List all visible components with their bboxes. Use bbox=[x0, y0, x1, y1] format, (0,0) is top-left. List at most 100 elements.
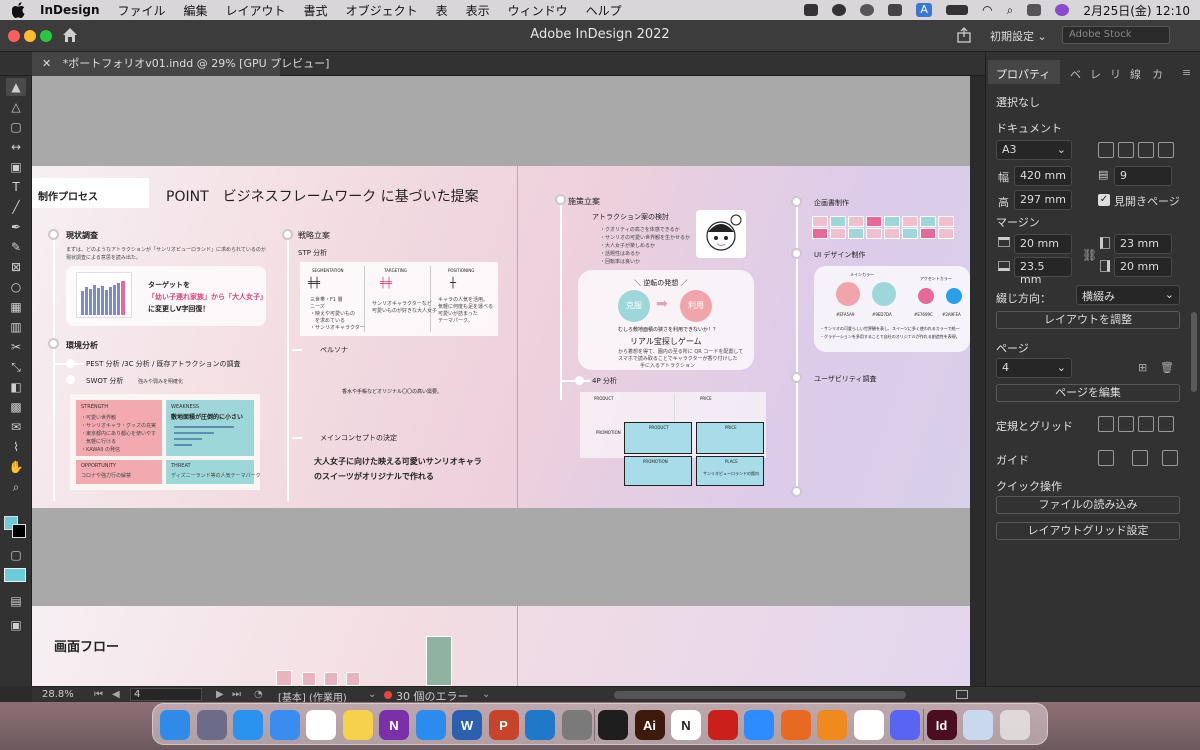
pencil-tool-icon[interactable]: ✎ bbox=[6, 238, 26, 256]
menu-layout[interactable]: レイアウト bbox=[226, 2, 286, 19]
gradient-tool-icon[interactable]: ◧ bbox=[6, 378, 26, 396]
document-canvas[interactable]: 制作プロセス POINT ビジネスフレームワーク に基づいた提案 現状調査 まず… bbox=[32, 76, 970, 686]
import-file-button[interactable]: ファイルの読み込み bbox=[996, 496, 1180, 514]
clock-text[interactable]: 2月25日(金) 12:10 bbox=[1083, 2, 1190, 19]
delete-page-icon[interactable]: 🗑 bbox=[1160, 361, 1174, 374]
menu-window[interactable]: ウィンドウ bbox=[508, 2, 568, 19]
margin-left-field[interactable]: 23 mm bbox=[1114, 234, 1172, 254]
notes-dock-icon[interactable] bbox=[342, 710, 373, 740]
orientation-icon[interactable] bbox=[1158, 142, 1174, 158]
edit-page-button[interactable]: ページを編集 bbox=[996, 384, 1180, 402]
tab-library[interactable]: リ bbox=[1110, 66, 1121, 82]
type-tool-icon[interactable]: T bbox=[6, 178, 26, 196]
word-dock-icon[interactable]: W bbox=[452, 710, 482, 740]
first-page-icon[interactable]: ⏮ bbox=[94, 689, 103, 700]
intent-mobile-icon[interactable] bbox=[1138, 142, 1154, 158]
adobe-stock-search-input[interactable]: Adobe Stock bbox=[1062, 26, 1170, 44]
last-page-icon[interactable]: ⏭ bbox=[232, 689, 241, 700]
vscode-dock-icon[interactable] bbox=[525, 710, 555, 740]
panel-scrollbar[interactable] bbox=[1191, 312, 1197, 392]
zoom-dock-icon[interactable] bbox=[744, 710, 774, 740]
apply-color-icon[interactable] bbox=[4, 568, 26, 582]
ruler-icon[interactable] bbox=[1098, 416, 1114, 432]
layout-grid-icon[interactable] bbox=[1158, 416, 1174, 432]
rectangle-frame-tool-icon[interactable]: ⊠ bbox=[6, 258, 26, 276]
finder-dock-icon[interactable] bbox=[160, 710, 190, 740]
close-tab-icon[interactable]: ✕ bbox=[42, 57, 51, 70]
gap-tool-icon[interactable]: ↔ bbox=[6, 138, 26, 156]
slack-dock-icon[interactable] bbox=[853, 710, 884, 740]
layout-grid-settings-button[interactable]: レイアウトグリッド設定 bbox=[996, 522, 1180, 540]
intent-print-icon[interactable] bbox=[1098, 142, 1114, 158]
chevron-down-icon[interactable]: ⌄ bbox=[368, 689, 376, 700]
mail-dock-icon[interactable] bbox=[269, 710, 300, 740]
safari-dock-icon[interactable] bbox=[233, 710, 263, 740]
intent-web-icon[interactable] bbox=[1118, 142, 1134, 158]
guides-show-icon[interactable] bbox=[1098, 450, 1114, 466]
battery-icon[interactable] bbox=[946, 5, 969, 15]
margin-bottom-field[interactable]: 23.5 mm bbox=[1014, 257, 1072, 286]
baseline-grid-icon[interactable] bbox=[1118, 416, 1134, 432]
trash-dock-icon[interactable] bbox=[999, 710, 1030, 740]
grid-tool-icon[interactable]: ▥ bbox=[6, 318, 26, 336]
page-number-field[interactable]: 4 bbox=[130, 688, 202, 701]
globe-icon[interactable] bbox=[860, 4, 875, 16]
discord-dock-icon[interactable] bbox=[890, 710, 920, 740]
status-scrollbar[interactable] bbox=[614, 691, 906, 699]
pen-tool-icon[interactable]: ✒ bbox=[6, 218, 26, 236]
page-tool-icon[interactable]: ▢ bbox=[6, 118, 26, 136]
zoom-level[interactable]: 28.8% bbox=[42, 689, 74, 700]
add-page-icon[interactable]: ⊞ bbox=[1138, 361, 1147, 374]
split-window-icon[interactable] bbox=[956, 690, 968, 699]
width-field[interactable]: 420 mm bbox=[1014, 166, 1072, 186]
launchpad-dock-icon[interactable] bbox=[196, 710, 227, 740]
menu-table[interactable]: 表 bbox=[436, 2, 448, 19]
panel-menu-icon[interactable]: ≡ bbox=[1182, 66, 1191, 79]
margin-right-field[interactable]: 20 mm bbox=[1114, 257, 1172, 277]
height-field[interactable]: 297 mm bbox=[1014, 190, 1072, 210]
menu-file[interactable]: ファイル bbox=[118, 2, 166, 19]
guides-lock-icon[interactable] bbox=[1132, 450, 1148, 466]
appstore-dock-icon[interactable] bbox=[415, 710, 446, 740]
tab-links[interactable]: レ bbox=[1090, 66, 1101, 82]
preview-mode-icon[interactable]: ▣ bbox=[6, 616, 26, 634]
table-tool-icon[interactable]: ▦ bbox=[6, 298, 26, 316]
tab-properties[interactable]: プロパティ bbox=[996, 66, 1050, 82]
preview-dock-icon[interactable] bbox=[963, 710, 993, 740]
gradient-feather-tool-icon[interactable]: ▩ bbox=[6, 398, 26, 416]
menu-app-indesign[interactable]: InDesign bbox=[40, 3, 100, 17]
creative-cloud-icon[interactable] bbox=[832, 4, 847, 16]
screen-mode-icon[interactable]: ▤ bbox=[6, 592, 26, 610]
onenote-dock-icon[interactable]: N bbox=[379, 710, 409, 740]
page-count-field[interactable]: 9 bbox=[1114, 166, 1172, 186]
open-page-icon[interactable]: ◔ bbox=[254, 689, 263, 700]
adjust-layout-button[interactable]: レイアウトを調整 bbox=[996, 311, 1180, 329]
tab-layers[interactable]: ベ bbox=[1070, 66, 1081, 82]
share-icon[interactable] bbox=[956, 27, 972, 47]
ellipse-tool-icon[interactable]: ○ bbox=[6, 278, 26, 296]
binding-select[interactable]: 横綴み ⌄ bbox=[1076, 285, 1180, 305]
eyedropper-tool-icon[interactable]: ⌇ bbox=[6, 438, 26, 456]
indesign-dock-icon[interactable]: Id bbox=[926, 710, 957, 740]
facing-pages-checkbox[interactable]: ✓ bbox=[1098, 194, 1110, 206]
page-size-select[interactable]: A3 ⌄ bbox=[996, 140, 1072, 160]
notion-dock-icon[interactable]: N bbox=[671, 710, 701, 740]
margin-top-field[interactable]: 20 mm bbox=[1014, 234, 1072, 254]
scissors-tool-icon[interactable]: ✂ bbox=[6, 338, 26, 356]
input-method-icon[interactable]: A bbox=[916, 3, 933, 17]
stroke-swatch[interactable] bbox=[12, 524, 26, 538]
apple-menu-icon[interactable] bbox=[11, 2, 28, 19]
figma-dock-icon[interactable] bbox=[598, 710, 628, 740]
prev-page-icon[interactable]: ◀ bbox=[112, 689, 120, 700]
screen-record-icon[interactable] bbox=[804, 4, 819, 16]
page-select[interactable]: 4 ⌄ bbox=[996, 358, 1072, 378]
acrobat-dock-icon[interactable] bbox=[707, 710, 738, 740]
wifi-icon[interactable]: ◠ bbox=[982, 3, 992, 17]
system-preferences-dock-icon[interactable] bbox=[561, 710, 592, 740]
selection-tool-icon[interactable]: ▲ bbox=[6, 78, 26, 96]
menu-help[interactable]: ヘルプ bbox=[586, 2, 622, 19]
line-tool-icon[interactable]: ╱ bbox=[6, 198, 26, 216]
menu-type[interactable]: 書式 bbox=[304, 2, 328, 19]
chevron-down-icon[interactable]: ⌄ bbox=[482, 689, 490, 700]
tab-document[interactable]: ✕ *ポートフォリオv01.indd @ 29% [GPU プレビュー] bbox=[32, 52, 329, 76]
